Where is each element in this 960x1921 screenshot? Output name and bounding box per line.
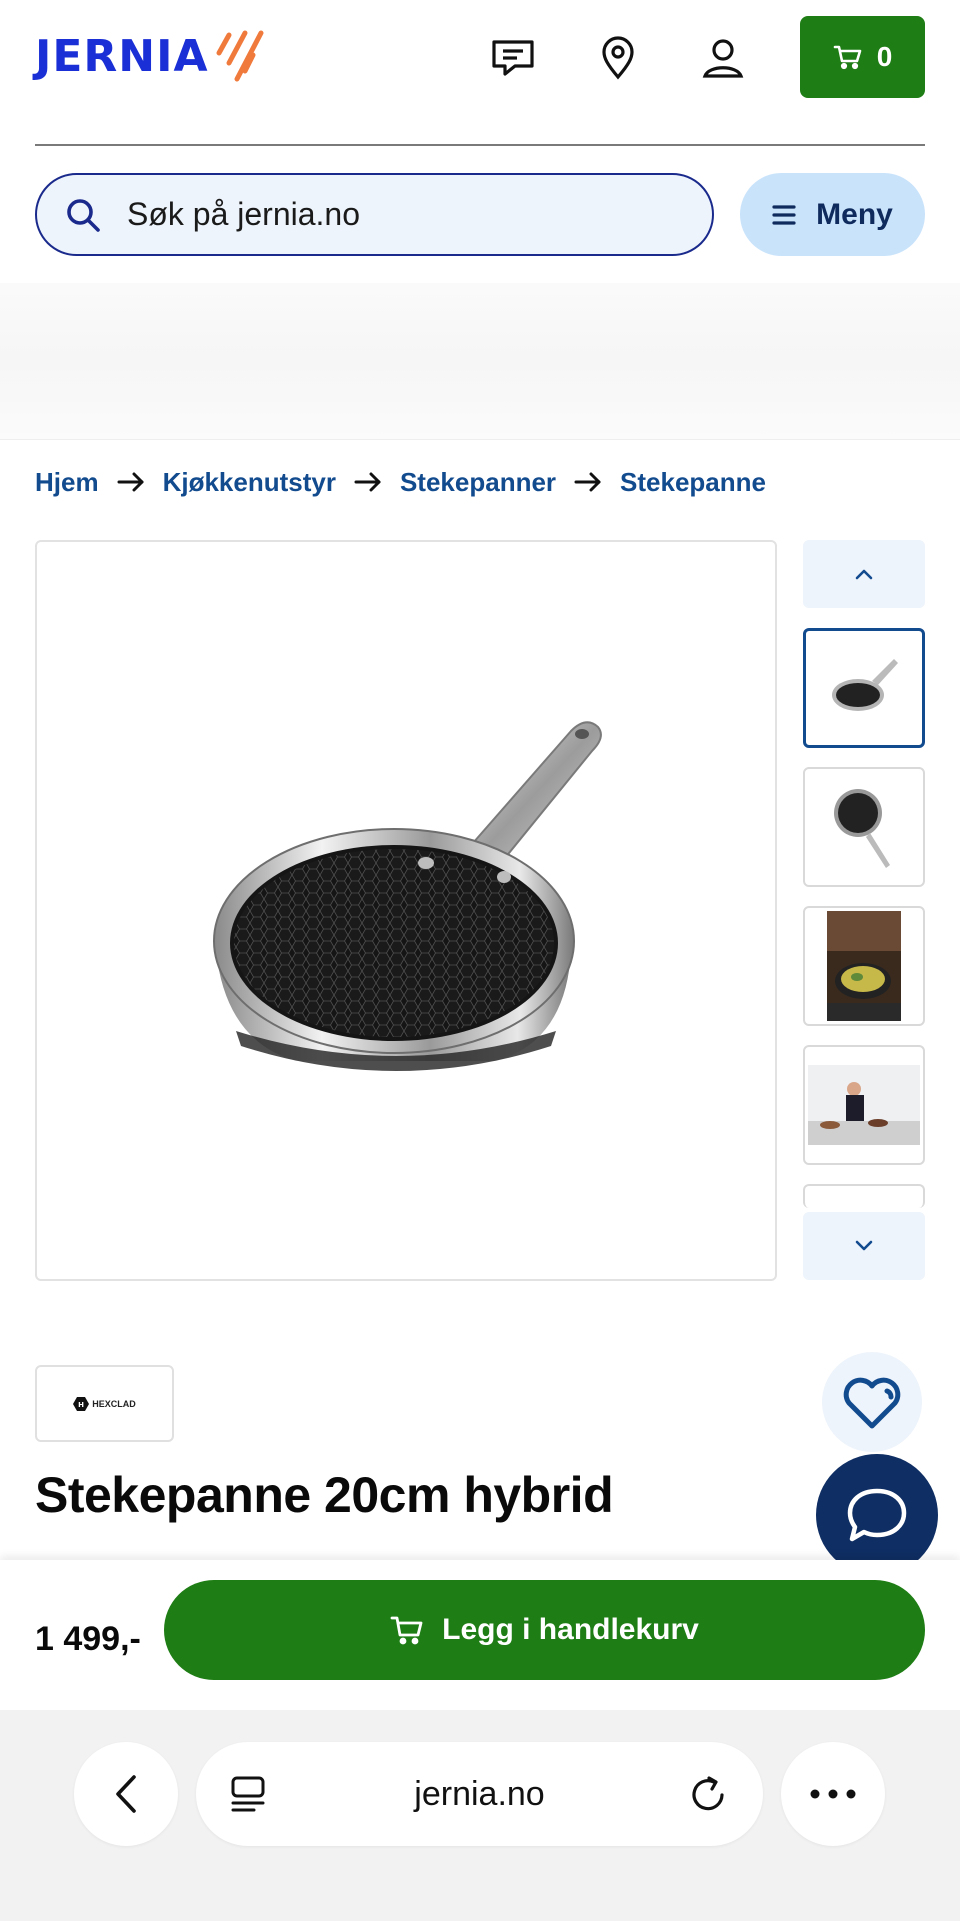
cart-icon (390, 1616, 423, 1645)
chevron-down-icon (855, 1240, 873, 1251)
arrow-right-icon (574, 472, 602, 492)
chat-bubble-icon (847, 1488, 907, 1542)
search-input[interactable]: Søk på jernia.no (35, 173, 714, 256)
frying-pan-top-view-thumbnail (834, 789, 890, 868)
reload-icon[interactable] (689, 1775, 727, 1813)
customer-service-chat-icon[interactable] (485, 30, 541, 86)
header-divider (35, 144, 925, 146)
arrow-right-icon (117, 472, 145, 492)
add-to-cart-button[interactable]: Legg i handlekurv (164, 1580, 925, 1680)
browser-toolbar: jernia.no (0, 1710, 960, 1921)
breadcrumb: Hjem Kjøkkenutstyr Stekepanner Stekepann… (35, 462, 766, 502)
logo-wordmark: JERNIA (35, 30, 209, 82)
thumbnail-3[interactable] (803, 906, 925, 1026)
heart-icon (843, 1377, 901, 1429)
browser-back-button[interactable] (74, 1742, 178, 1846)
promo-banner (0, 283, 960, 440)
cart-button[interactable]: 0 (800, 16, 925, 98)
cooking-photo-thumbnail (827, 911, 901, 1021)
brand-logo[interactable]: H HEXCLAD (35, 1365, 174, 1442)
breadcrumb-link-home[interactable]: Hjem (35, 467, 99, 498)
product-price: 1 499,- (35, 1620, 141, 1658)
browser-address-bar[interactable]: jernia.no (196, 1742, 763, 1846)
menu-button[interactable]: Meny (740, 173, 925, 256)
brand-name: HEXCLAD (92, 1398, 136, 1409)
chat-support-button[interactable] (816, 1454, 938, 1576)
breadcrumb-link-stekepanne[interactable]: Stekepanne (620, 467, 766, 498)
cart-icon (833, 45, 862, 70)
sticky-buy-bar: 1 499,- Legg i handlekurv (0, 1560, 960, 1710)
add-to-cart-label: Legg i handlekurv (442, 1613, 699, 1646)
thumbnail-4[interactable] (803, 1045, 925, 1165)
thumbnails-scroll-up-button[interactable] (803, 540, 925, 608)
hexclad-logo-icon: H (73, 1396, 90, 1411)
thumbnail-2[interactable] (803, 767, 925, 887)
frying-pan-image (213, 720, 602, 1071)
arrow-right-icon (354, 472, 382, 492)
browser-more-button[interactable] (781, 1742, 885, 1846)
product-main-image[interactable] (35, 540, 777, 1281)
frying-pan-thumbnail (832, 659, 898, 711)
svg-text:H: H (78, 1401, 84, 1409)
hamburger-menu-icon (772, 204, 796, 225)
chevron-up-icon (855, 569, 873, 580)
breadcrumb-link-stekepanner[interactable]: Stekepanner (400, 467, 556, 498)
thumbnails-scroll-down-button[interactable] (803, 1212, 925, 1280)
browser-url: jernia.no (414, 1774, 545, 1813)
search-placeholder: Søk på jernia.no (127, 196, 361, 232)
chevron-left-icon (116, 1775, 136, 1813)
product-title: Stekepanne 20cm hybrid (35, 1467, 614, 1523)
logo-slash-mark-icon (216, 30, 264, 82)
menu-label: Meny (816, 197, 893, 231)
chef-photo-thumbnail (808, 1065, 920, 1145)
location-pin-icon[interactable] (590, 30, 646, 86)
more-dots-icon (810, 1789, 856, 1799)
site-header: JERNIA 0 (0, 0, 960, 146)
user-account-icon[interactable] (695, 30, 751, 86)
cart-count: 0 (876, 41, 893, 72)
thumbnail-1[interactable] (803, 628, 925, 748)
search-icon (67, 198, 100, 232)
favorite-button[interactable] (822, 1352, 922, 1452)
breadcrumb-link-kjokkenutstyr[interactable]: Kjøkkenutstyr (163, 467, 336, 498)
jernia-logo[interactable]: JERNIA (35, 28, 267, 84)
thumbnail-5-partial[interactable] (803, 1184, 925, 1208)
